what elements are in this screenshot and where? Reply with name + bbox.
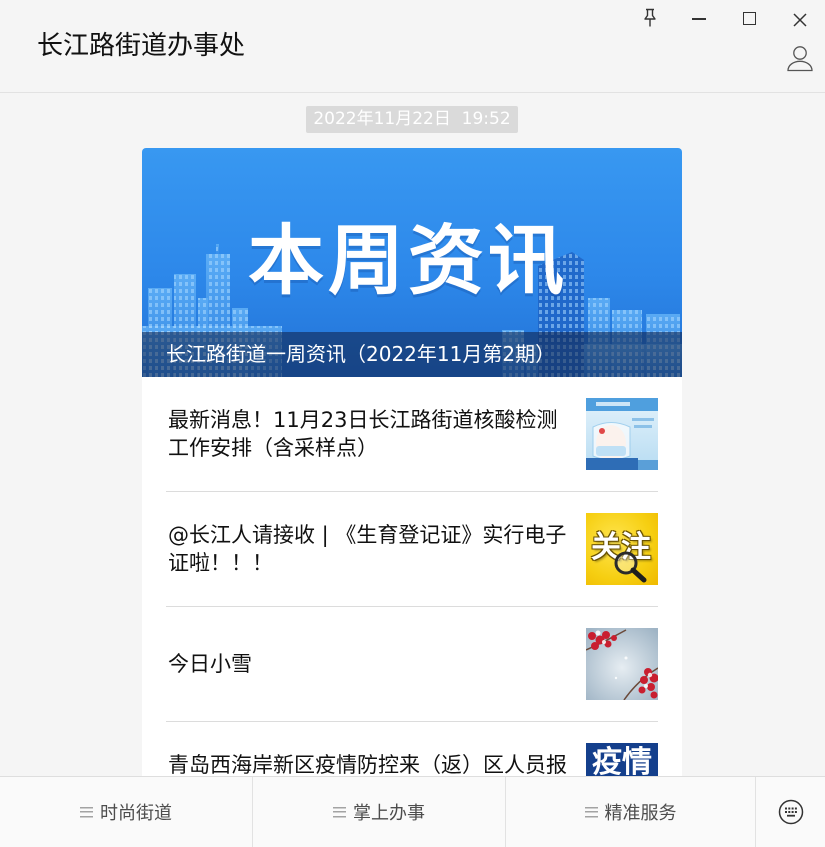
menu-list-icon (80, 806, 93, 818)
person-icon[interactable] (786, 44, 814, 72)
article-thumbnail (586, 628, 658, 700)
menu-item-fashion-street[interactable]: 时尚街道 (0, 777, 253, 847)
banner-caption: 长江路街道一周资讯（2022年11月第2期） (142, 332, 682, 377)
article-thumbnail: 关注 (586, 513, 658, 585)
keyboard-icon (778, 799, 803, 825)
chat-title: 长江路街道办事处 (37, 31, 246, 61)
article-item-1[interactable]: 最新消息！11月23日长江路街道核酸检测工作安排（含采样点） (166, 377, 658, 492)
article-card: 本周资讯 长江路街道一周资讯（2022年11月第2期） 最新消息！11月23日长… (142, 148, 682, 776)
person-icon-graphic (787, 46, 813, 72)
banner-headline: 本周资讯 (248, 216, 568, 305)
menu-list-icon (584, 806, 598, 818)
keyboard-toggle-button[interactable] (756, 777, 825, 847)
close-icon-graphic (793, 13, 807, 27)
bottom-menu: 时尚街道 掌上办事 精准服务 (0, 776, 825, 847)
article-item-title: 最新消息！11月23日长江路街道核酸检测工作安排（含采样点） (168, 408, 558, 460)
article-banner[interactable]: 本周资讯 长江路街道一周资讯（2022年11月第2期） (142, 148, 682, 377)
article-item-title: 今日小雪 (168, 652, 252, 676)
article-thumbnail (586, 398, 658, 470)
minimize-icon[interactable] (692, 18, 706, 20)
thumbnail-graphic (586, 628, 658, 700)
close-icon[interactable] (793, 12, 807, 27)
menu-list-icon (333, 806, 346, 818)
article-item-4[interactable]: 青岛西海岸新区疫情防控来（返）区人员报 疫情 (166, 722, 658, 776)
article-thumbnail: 疫情 (586, 743, 658, 776)
menu-item-label: 时尚街道 (100, 803, 172, 824)
article-item-2[interactable]: @长江人请接收 | 《生育登记证》实行电子证啦！！！ 关注 (166, 492, 658, 607)
article-item-3[interactable]: 今日小雪 (166, 607, 658, 722)
message-area[interactable]: 2022年11月22日 19:52 本周资讯 长江路街道一周资讯（2022年11… (0, 93, 825, 776)
article-item-title: @长江人请接收 | 《生育登记证》实行电子证啦！！！ (168, 523, 567, 575)
message-timestamp: 2022年11月22日 19:52 (306, 106, 518, 133)
menu-item-label: 掌上办事 (353, 803, 425, 824)
menu-item-precise-services[interactable]: 精准服务 (506, 777, 756, 847)
chat-header: 长江路街道办事处 (0, 0, 825, 93)
pin-icon-graphic (644, 8, 656, 27)
article-item-title: 青岛西海岸新区疫情防控来（返）区人员报 (168, 753, 567, 776)
magnifier-graphic (614, 551, 647, 583)
maximize-icon[interactable] (743, 12, 756, 25)
pin-icon[interactable] (642, 8, 658, 28)
thumbnail-graphic (586, 398, 658, 470)
menu-item-label: 精准服务 (604, 803, 677, 824)
thumbnail-text: 疫情 (592, 745, 652, 777)
menu-item-mobile-services[interactable]: 掌上办事 (253, 777, 506, 847)
